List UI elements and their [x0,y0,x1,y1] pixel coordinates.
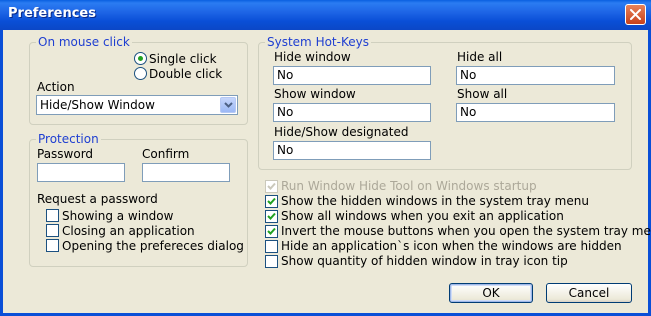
closing-application-checkbox[interactable] [46,224,59,237]
show-hidden-in-tray-checkbox[interactable] [265,195,278,208]
show-all-hotkey-field[interactable]: No [456,103,615,122]
opening-preferences-label[interactable]: Opening the prefereces dialog [62,239,244,253]
hotkeys-group-title: System Hot-Keys [265,35,371,49]
hide-window-hotkey-field[interactable]: No [273,66,431,85]
cancel-button[interactable]: Cancel [546,283,632,303]
close-button[interactable] [625,4,646,25]
dropdown-arrow-button[interactable] [220,97,236,113]
closing-application-label[interactable]: Closing an application [62,224,195,238]
hide-app-icon-checkbox[interactable] [265,240,278,253]
showing-window-label[interactable]: Showing a window [62,209,173,223]
hide-show-designated-label: Hide/Show designated [274,125,409,139]
showing-window-checkbox[interactable] [46,209,59,222]
run-on-startup-label: Run Window Hide Tool on Windows startup [281,179,537,193]
confirm-label: Confirm [142,147,190,161]
close-icon [630,9,641,20]
ok-button[interactable]: OK [449,283,533,303]
invert-mouse-buttons-checkbox[interactable] [265,225,278,238]
invert-mouse-buttons-label[interactable]: Invert the mouse buttons when you open t… [281,224,651,238]
checkmark-icon [267,197,276,205]
chevron-down-icon [223,102,233,108]
password-label: Password [37,147,94,161]
show-all-label: Show all [457,87,508,101]
hide-all-label: Hide all [457,50,503,64]
double-click-label[interactable]: Double click [149,67,222,81]
action-select-value: Hide/Show Window [40,98,155,112]
request-password-label: Request a password [37,192,158,206]
run-on-startup-checkbox[interactable] [265,180,278,193]
show-window-label: Show window [274,87,356,101]
radio-selected-dot [138,56,143,61]
hide-app-icon-label[interactable]: Hide an application`s icon when the wind… [281,239,622,253]
single-click-radio[interactable] [134,52,147,65]
show-quantity-tooltip-label[interactable]: Show quantity of hidden window in tray i… [281,254,568,268]
protection-group-title: Protection [36,132,101,146]
mouse-click-group-title: On mouse click [36,35,132,49]
title-bar[interactable]: Preferences [0,0,651,30]
action-label: Action [37,80,75,94]
opening-preferences-checkbox[interactable] [46,239,59,252]
hide-window-label: Hide window [274,50,351,64]
checkmark-icon [267,212,276,220]
confirm-password-field[interactable] [142,163,230,182]
double-click-radio[interactable] [134,67,147,80]
action-select[interactable]: Hide/Show Window [36,95,238,115]
checkmark-icon [267,182,276,190]
preferences-dialog: Preferences On mouse click Single click … [0,0,651,316]
show-all-on-exit-label[interactable]: Show all windows when you exit an applic… [281,209,564,223]
single-click-label[interactable]: Single click [149,52,217,66]
show-window-hotkey-field[interactable]: No [273,103,431,122]
hide-show-designated-hotkey-field[interactable]: No [273,141,431,160]
show-quantity-tooltip-checkbox[interactable] [265,255,278,268]
hide-all-hotkey-field[interactable]: No [456,66,615,85]
show-hidden-in-tray-label[interactable]: Show the hidden windows in the system tr… [281,194,589,208]
window-title: Preferences [8,6,96,21]
checkmark-icon [267,227,276,235]
show-all-on-exit-checkbox[interactable] [265,210,278,223]
password-field[interactable] [37,163,125,182]
